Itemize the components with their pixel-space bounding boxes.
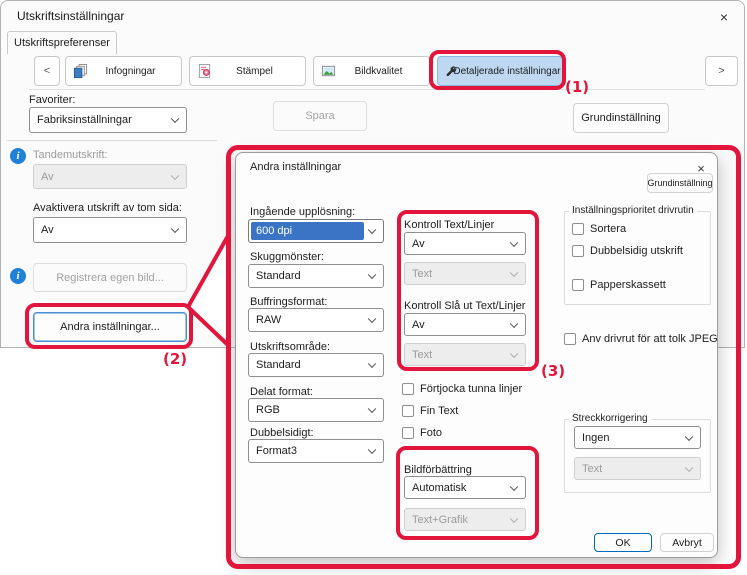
stamp-icon xyxy=(197,63,212,79)
collate-checkbox[interactable]: Sortera xyxy=(572,223,626,235)
control-text-lines-label: Kontroll Text/Linjer xyxy=(404,219,494,231)
toolbar-next-button[interactable]: > xyxy=(705,56,738,86)
tab-label: Utskriftspreferenser xyxy=(14,37,110,49)
toolbar-label: Detaljerade inställningar xyxy=(453,66,560,77)
print-area-label: Utskriftsområde: xyxy=(250,341,330,353)
chevron-down-icon xyxy=(510,482,518,490)
dialog-defaults-button[interactable]: Grundinställning xyxy=(647,173,713,193)
tandem-print-dropdown: Av xyxy=(33,164,187,189)
window-close-icon[interactable]: × xyxy=(707,5,741,29)
chevron-right-icon: > xyxy=(718,65,724,77)
chevron-down-icon xyxy=(368,226,376,234)
toolbar-button-image-quality[interactable]: Bildkvalitet xyxy=(313,56,430,86)
image-enhancement-label: Bildförbättring xyxy=(404,464,472,476)
info-icon: i xyxy=(10,268,26,284)
control-knockout-dropdown[interactable]: Av xyxy=(404,313,526,336)
checkbox-icon xyxy=(564,333,576,345)
photo-checkbox[interactable]: Foto xyxy=(402,427,442,439)
cancel-button[interactable]: Avbryt xyxy=(660,533,714,552)
barcode-correction-sub-dropdown: Text xyxy=(574,457,701,480)
toolbar-separator xyxy=(29,89,705,90)
checkbox-icon xyxy=(572,245,584,257)
split-format-dropdown[interactable]: RGB xyxy=(248,398,384,422)
jpeg-interpret-checkbox[interactable]: Anv drivrut för att tolk JPEG xyxy=(564,333,718,345)
barcode-correction-group-label: Streckkorrigering xyxy=(569,413,651,424)
input-resolution-label: Ingående upplösning: xyxy=(250,206,355,218)
control-knockout-sub-dropdown: Text xyxy=(404,343,526,366)
image-enhancement-sub-dropdown: Text+Grafik xyxy=(404,508,526,531)
chevron-down-icon xyxy=(171,171,179,179)
checkbox-icon xyxy=(402,405,414,417)
info-icon: i xyxy=(10,148,26,164)
defaults-button[interactable]: Grundinställning xyxy=(573,103,669,133)
control-text-lines-dropdown[interactable]: Av xyxy=(404,232,526,255)
chevron-down-icon xyxy=(368,315,376,323)
duplex-dropdown[interactable]: Format3 xyxy=(248,439,384,463)
other-settings-button[interactable]: Andra inställningar... xyxy=(33,312,187,342)
screenshot-root: Utskriftsinställningar × Utskriftsprefer… xyxy=(0,0,747,575)
paper-tray-checkbox[interactable]: Papperskassett xyxy=(572,279,666,291)
other-settings-dialog: Andra inställningar × Grundinställning I… xyxy=(235,152,718,558)
pages-icon xyxy=(73,63,88,79)
register-custom-image-button: Registrera egen bild... xyxy=(33,263,187,292)
favorites-dropdown[interactable]: Fabriksinställningar xyxy=(29,107,187,133)
toolbar-button-detailed-settings[interactable]: Detaljerade inställningar xyxy=(437,56,563,86)
chevron-down-icon xyxy=(368,360,376,368)
ok-button[interactable]: OK xyxy=(594,533,652,552)
chevron-down-icon xyxy=(685,432,693,440)
image-icon xyxy=(321,63,336,79)
thicken-thin-lines-checkbox[interactable]: Förtjocka tunna linjer xyxy=(402,383,522,395)
control-text-lines-sub-dropdown: Text xyxy=(404,262,526,285)
shading-pattern-dropdown[interactable]: Standard xyxy=(248,264,384,288)
chevron-down-icon xyxy=(510,349,518,357)
chevron-down-icon xyxy=(510,319,518,327)
driver-priority-group-label: Inställningsprioritet drivrutin xyxy=(569,205,697,216)
checkbox-icon xyxy=(402,383,414,395)
annotation-step2-label: (2) xyxy=(163,350,187,368)
favorites-label: Favoriter: xyxy=(29,94,75,106)
toolbar-button-insertions[interactable]: Infogningar xyxy=(65,56,182,86)
checkbox-icon xyxy=(402,427,414,439)
save-button: Spara xyxy=(273,101,367,131)
control-knockout-label: Kontroll Slå ut Text/Linjer xyxy=(404,300,525,312)
disable-blank-page-dropdown[interactable]: Av xyxy=(33,217,187,243)
tab-print-preferences[interactable]: Utskriftspreferenser xyxy=(7,31,117,54)
chevron-down-icon xyxy=(368,271,376,279)
checkbox-icon xyxy=(572,279,584,291)
disable-blank-page-label: Avaktivera utskrift av tom sida: xyxy=(33,202,182,214)
checkbox-icon xyxy=(572,223,584,235)
duplex-label: Dubbelsidigt: xyxy=(250,427,314,439)
chevron-down-icon xyxy=(171,115,179,123)
chevron-down-icon xyxy=(685,463,693,471)
chevron-down-icon xyxy=(510,514,518,522)
barcode-correction-dropdown[interactable]: Ingen xyxy=(574,426,701,449)
input-resolution-dropdown[interactable]: 600 dpi xyxy=(248,219,384,243)
print-area-dropdown[interactable]: Standard xyxy=(248,353,384,377)
chevron-down-icon xyxy=(368,446,376,454)
toolbar-label: Bildkvalitet xyxy=(355,66,403,77)
fine-text-checkbox[interactable]: Fin Text xyxy=(402,405,458,417)
toolbar-prev-button[interactable]: < xyxy=(34,56,60,86)
left-panel-separator xyxy=(7,140,217,141)
window-title: Utskriftsinställningar xyxy=(17,9,124,23)
tandem-print-label: Tandemutskrift: xyxy=(33,149,108,161)
duplex-print-checkbox[interactable]: Dubbelsidig utskrift xyxy=(572,245,683,257)
chevron-down-icon xyxy=(510,268,518,276)
chevron-down-icon xyxy=(171,225,179,233)
spool-format-dropdown[interactable]: RAW xyxy=(248,308,384,332)
toolbar-label: Stämpel xyxy=(236,66,273,77)
toolbar-button-stamp[interactable]: Stämpel xyxy=(189,56,306,86)
image-enhancement-dropdown[interactable]: Automatisk xyxy=(404,476,526,499)
spool-format-label: Buffringsformat: xyxy=(250,296,327,308)
chevron-down-icon xyxy=(368,405,376,413)
split-format-label: Delat format: xyxy=(250,386,313,398)
chevron-left-icon: < xyxy=(44,65,50,77)
dialog-title: Andra inställningar xyxy=(250,161,341,173)
chevron-down-icon xyxy=(510,238,518,246)
toolbar-label: Infogningar xyxy=(105,66,155,77)
wrench-icon xyxy=(445,65,458,78)
shading-pattern-label: Skuggmönster: xyxy=(250,251,324,263)
